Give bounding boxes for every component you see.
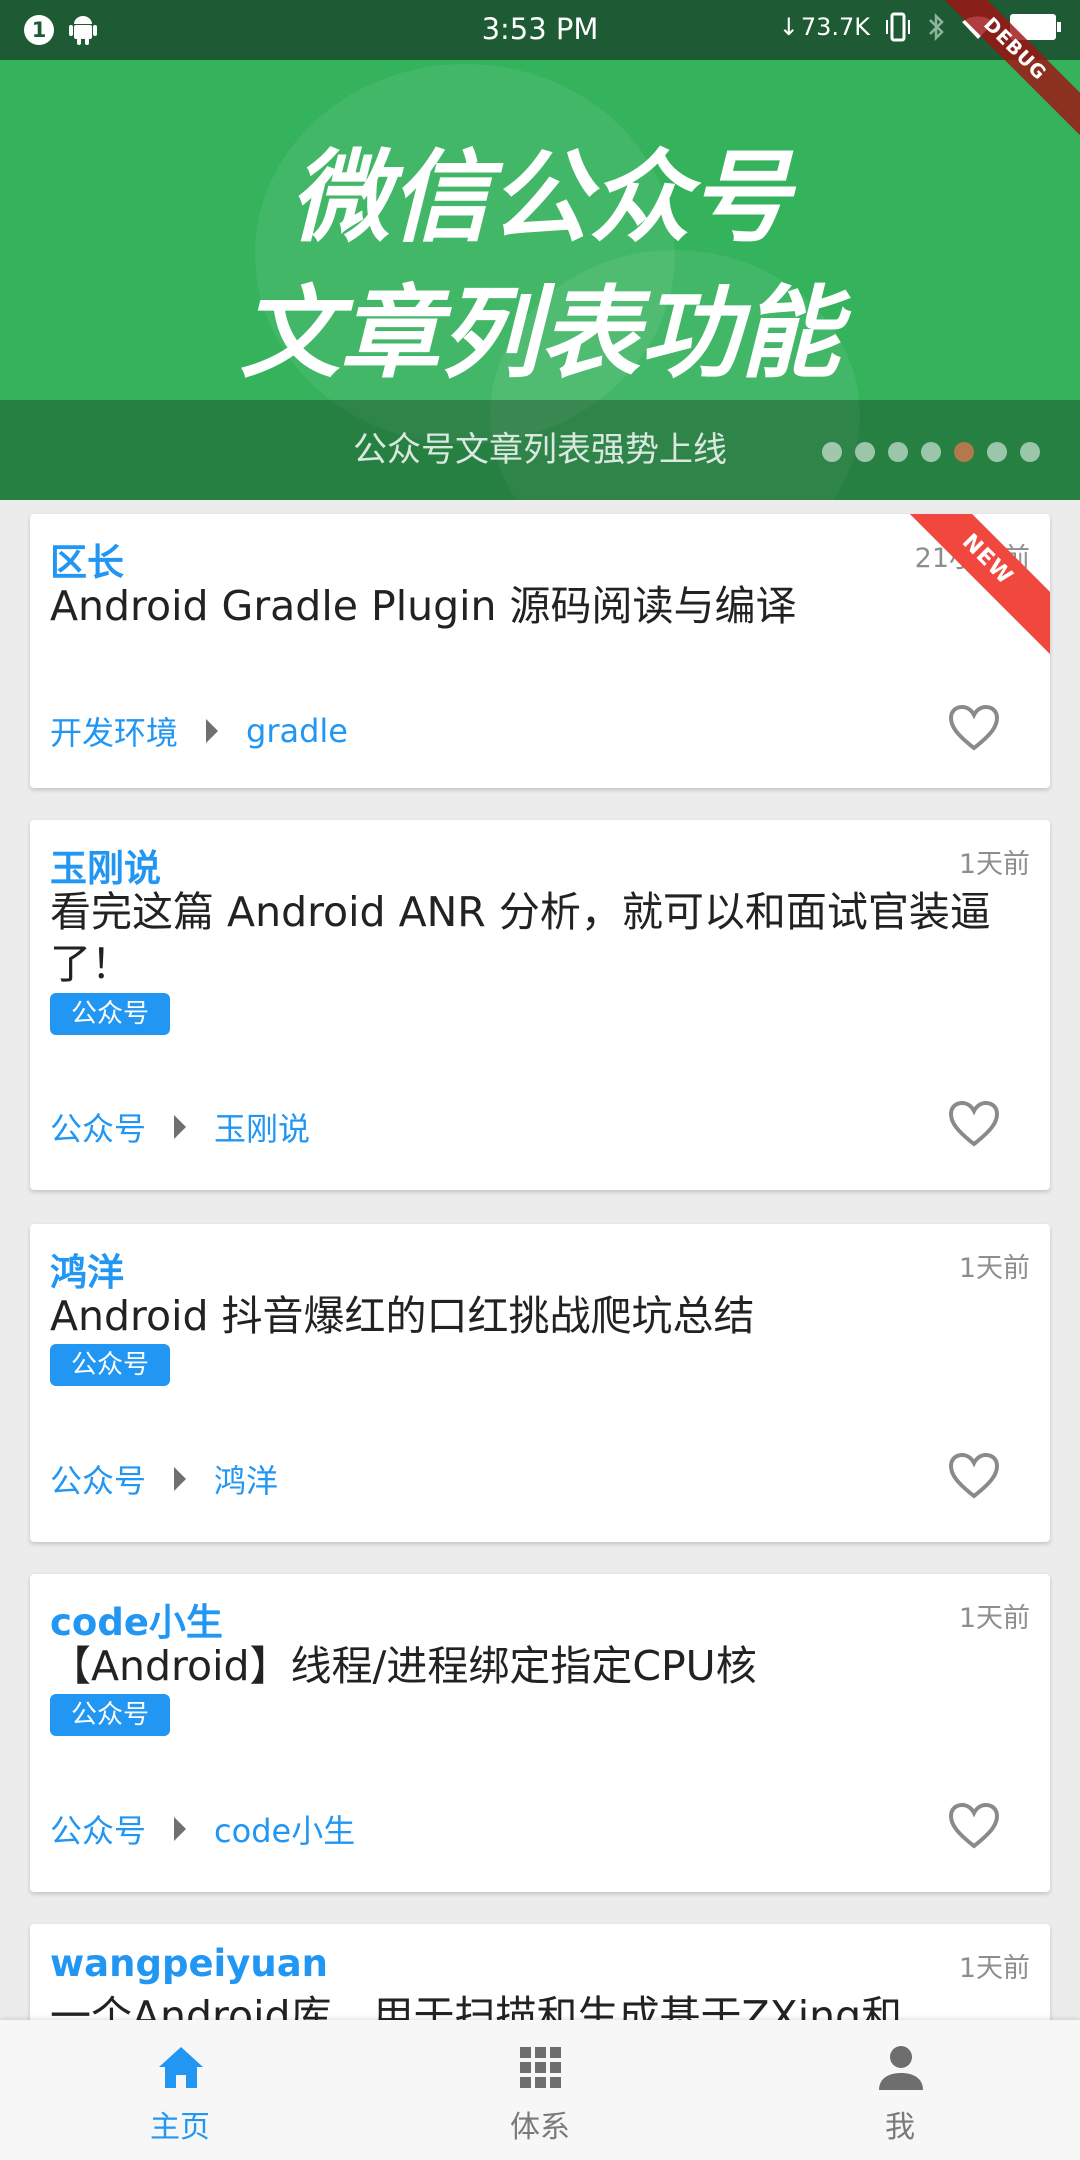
article-title: 一个Android库，用于扫描和生成基于ZXing和 — [50, 1992, 903, 2020]
chevron-right-icon — [174, 1467, 187, 1491]
article-category[interactable]: 公众号 code小生 — [50, 1806, 355, 1852]
chapter-name: 开发环境 — [50, 714, 179, 752]
heart-icon[interactable] — [948, 1452, 1000, 1500]
article-category[interactable]: 公众号 玉刚说 — [50, 1104, 310, 1150]
article-card[interactable]: 玉刚说 1天前 看完这篇 Android ANR 分析，就可以和面试官装逼了！ … — [30, 820, 1050, 1190]
carousel-dot — [987, 442, 1007, 462]
article-author: 鸿洋 — [50, 1251, 124, 1294]
banner-caption-bar: 公众号文章列表强势上线 — [0, 400, 1080, 500]
subchapter-name: gradle — [246, 712, 348, 750]
nav-me-label: 我 — [885, 2110, 915, 2145]
banner-title: 微信公众号 文章列表功能 — [0, 130, 1080, 402]
article-category[interactable]: 开发环境 gradle — [50, 708, 348, 754]
vibrate-icon — [886, 12, 910, 42]
chevron-right-icon — [174, 1817, 187, 1841]
article-title: Android 抖音爆红的口红挑战爬坑总结 — [50, 1292, 755, 1340]
chapter-name: 公众号 — [50, 1462, 147, 1500]
article-card[interactable]: code小生 1天前 【Android】线程/进程绑定指定CPU核 公众号 公众… — [30, 1574, 1050, 1892]
carousel-indicator — [822, 442, 1040, 462]
chevron-right-icon — [206, 719, 219, 743]
article-tag[interactable]: 公众号 — [50, 1344, 171, 1386]
article-category[interactable]: 公众号 鸿洋 — [50, 1456, 278, 1502]
article-tag[interactable]: 公众号 — [50, 993, 171, 1035]
carousel-dot — [921, 442, 941, 462]
nav-system[interactable]: 体系 — [360, 2020, 720, 2160]
chevron-right-icon — [174, 1115, 187, 1139]
subchapter-name: 鸿洋 — [214, 1462, 279, 1500]
person-icon — [879, 2046, 923, 2090]
bottom-navigation: 主页 体系 我 — [0, 2020, 1080, 2160]
article-list[interactable]: 区长 21小时前 Android Gradle Plugin 源码阅读与编译 开… — [0, 500, 1080, 2020]
status-bar: 1 3:53 PM ↓ 73.7K — [0, 0, 1080, 60]
carousel-dot — [855, 442, 875, 462]
carousel-dot — [822, 442, 842, 462]
article-title: Android Gradle Plugin 源码阅读与编译 — [50, 582, 797, 630]
download-speed-icon: ↓ — [778, 13, 799, 41]
article-author: code小生 — [50, 1601, 223, 1644]
nav-me[interactable]: 我 — [720, 2020, 1080, 2160]
article-title: 【Android】线程/进程绑定指定CPU核 — [50, 1642, 757, 1690]
carousel-dot — [1020, 442, 1040, 462]
subchapter-name: 玉刚说 — [214, 1110, 311, 1148]
home-icon — [159, 2047, 203, 2088]
article-time: 1天前 — [958, 849, 1030, 880]
article-time: 1天前 — [958, 1603, 1030, 1634]
chapter-name: 公众号 — [50, 1812, 147, 1850]
article-tag[interactable]: 公众号 — [50, 1694, 171, 1736]
article-card[interactable]: 区长 21小时前 Android Gradle Plugin 源码阅读与编译 开… — [30, 514, 1050, 788]
article-author: 玉刚说 — [50, 847, 161, 890]
carousel-dot — [954, 442, 974, 462]
article-card[interactable]: wangpeiyuan 1天前 一个Android库，用于扫描和生成基于ZXin… — [30, 1924, 1050, 2020]
heart-icon[interactable] — [948, 1802, 1000, 1850]
article-card[interactable]: 鸿洋 1天前 Android 抖音爆红的口红挑战爬坑总结 公众号 公众号 鸿洋 — [30, 1224, 1050, 1542]
carousel-dot — [888, 442, 908, 462]
network-speed: 73.7K — [800, 13, 870, 41]
article-author: wangpeiyuan — [50, 1942, 329, 1985]
bluetooth-icon — [929, 12, 944, 42]
banner-title-line2: 文章列表功能 — [240, 275, 840, 392]
grid-icon — [520, 2047, 561, 2088]
subchapter-name: code小生 — [214, 1812, 356, 1850]
nav-home[interactable]: 主页 — [0, 2020, 360, 2160]
heart-icon[interactable] — [948, 704, 1000, 752]
chapter-name: 公众号 — [50, 1110, 147, 1148]
article-time: 1天前 — [958, 1953, 1030, 1984]
article-author: 区长 — [50, 541, 124, 584]
banner-title-line1: 微信公众号 — [290, 139, 790, 256]
nav-home-label: 主页 — [150, 2110, 210, 2145]
banner-carousel[interactable]: 微信公众号 文章列表功能 公众号文章列表强势上线 — [0, 60, 1080, 500]
article-time: 1天前 — [958, 1253, 1030, 1284]
heart-icon[interactable] — [948, 1100, 1000, 1148]
nav-system-label: 体系 — [510, 2110, 570, 2145]
article-title: 看完这篇 Android ANR 分析，就可以和面试官装逼了！ — [50, 888, 991, 988]
